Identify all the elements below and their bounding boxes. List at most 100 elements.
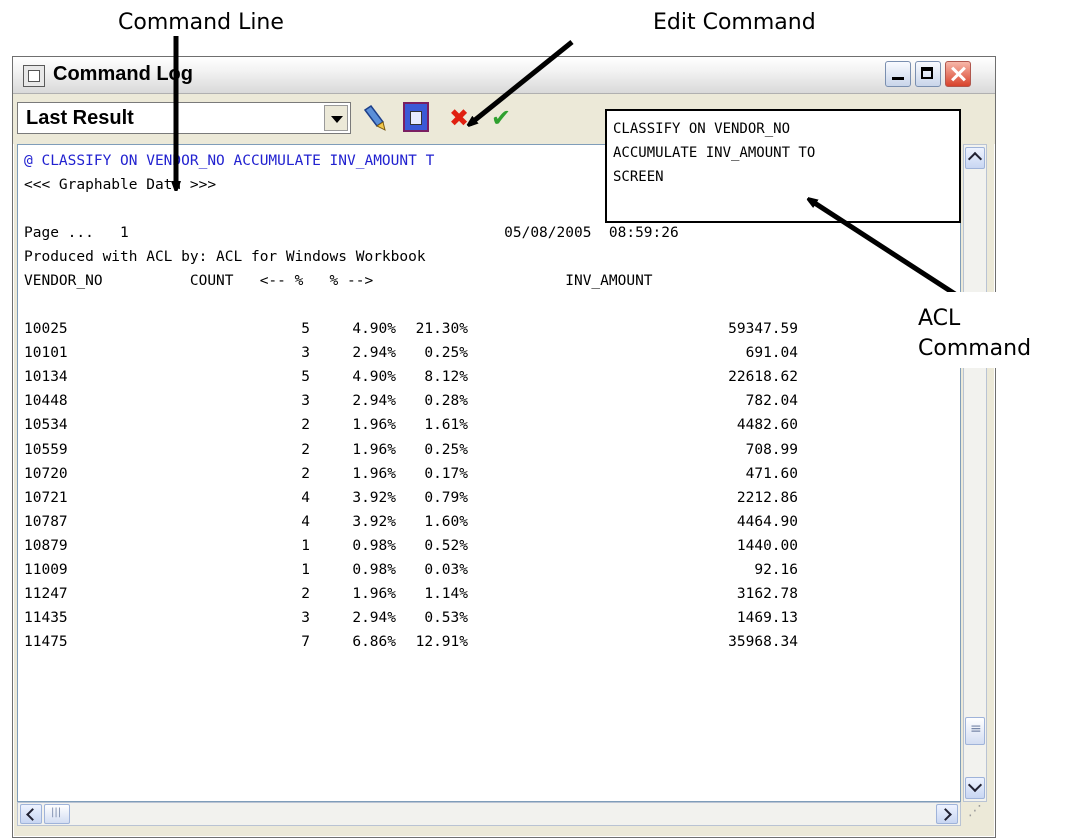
produced-with-line: Produced with ACL by: ACL for Windows Wo… <box>24 249 426 265</box>
cell-count: 2 <box>301 586 310 603</box>
cell-amount: 471.60 <box>745 465 798 482</box>
scroll-up-button[interactable] <box>965 147 985 169</box>
cell-pct-count: 1.96% <box>352 417 396 434</box>
cell-amount: 1440.00 <box>736 537 798 554</box>
cell-count: 1 <box>301 537 310 554</box>
cell-pct-amount: 1.61% <box>424 417 468 434</box>
command-editor-line: SCREEN <box>613 169 664 185</box>
result-select[interactable]: Last Result <box>17 102 351 134</box>
cell-pct-amount: 8.12% <box>424 369 468 386</box>
cell-vendor: 10721 <box>24 489 68 506</box>
cell-pct-amount: 1.60% <box>424 513 468 530</box>
close-button[interactable] <box>945 61 971 87</box>
cell-pct-count: 2.94% <box>352 393 396 410</box>
cell-vendor: 10534 <box>24 417 68 434</box>
cell-amount: 4482.60 <box>736 417 798 434</box>
minimize-button[interactable] <box>885 61 911 87</box>
cell-count: 5 <box>301 321 310 337</box>
cell-vendor: 10448 <box>24 393 68 410</box>
cell-pct-count: 6.86% <box>352 634 396 651</box>
cell-vendor: 11435 <box>24 610 68 627</box>
cell-amount: 691.04 <box>745 345 798 362</box>
chevron-down-icon[interactable] <box>324 105 348 131</box>
cell-count: 4 <box>301 489 310 506</box>
cell-pct-amount: 0.03% <box>424 562 468 578</box>
cell-pct-amount: 0.28% <box>424 393 468 410</box>
cell-vendor: 10101 <box>24 345 68 362</box>
scroll-left-button[interactable] <box>20 804 42 824</box>
cell-count: 2 <box>301 441 310 458</box>
cell-pct-amount: 0.53% <box>424 610 468 627</box>
cell-pct-amount: 1.14% <box>424 586 468 603</box>
window-app-icon <box>23 65 45 87</box>
horizontal-scrollbar[interactable] <box>17 802 961 826</box>
maximize-button[interactable] <box>915 61 941 87</box>
log-output-pane[interactable]: @ CLASSIFY ON VENDOR_NO ACCUMULATE INV_A… <box>17 144 961 802</box>
command-editor-line: ACCUMULATE INV_AMOUNT TO <box>613 145 816 161</box>
cell-amount: 782.04 <box>745 393 798 410</box>
cell-amount: 4464.90 <box>736 513 798 530</box>
cell-pct-count: 4.90% <box>352 321 396 337</box>
cell-amount: 59347.59 <box>728 321 798 337</box>
cell-amount: 92.16 <box>754 562 798 578</box>
cell-count: 3 <box>301 393 310 410</box>
cell-amount: 1469.13 <box>736 610 798 627</box>
cell-pct-count: 0.98% <box>352 537 396 554</box>
cell-count: 1 <box>301 562 310 578</box>
cell-pct-count: 0.98% <box>352 562 396 578</box>
command-editor-line: CLASSIFY ON VENDOR_NO <box>613 121 791 137</box>
column-header-line: VENDOR_NO COUNT <-- % % --> INV_AMOUNT <box>24 273 653 289</box>
cell-count: 3 <box>301 345 310 362</box>
vertical-scroll-thumb[interactable] <box>965 717 985 745</box>
cell-count: 2 <box>301 417 310 434</box>
cell-pct-count: 1.96% <box>352 441 396 458</box>
page-header-line: Page ... 1 05/08/2005 08:59:26 <box>24 225 679 241</box>
cell-amount: 2212.86 <box>736 489 798 506</box>
cell-vendor: 10720 <box>24 465 68 482</box>
scroll-right-button[interactable] <box>936 804 958 824</box>
scroll-down-button[interactable] <box>965 777 985 799</box>
cell-pct-amount: 0.25% <box>424 441 468 458</box>
cell-pct-count: 4.90% <box>352 369 396 386</box>
cell-count: 7 <box>301 634 310 651</box>
cell-amount: 22618.62 <box>728 369 798 386</box>
log-command-line[interactable]: @ CLASSIFY ON VENDOR_NO ACCUMULATE INV_A… <box>24 149 434 173</box>
acl-command-callout: ACL Command <box>904 292 1085 368</box>
title-bar[interactable]: Command Log <box>13 57 995 94</box>
cell-pct-count: 3.92% <box>352 489 396 506</box>
cell-amount: 708.99 <box>745 441 798 458</box>
acl-callout-line: ACL <box>918 306 961 331</box>
cell-vendor: 10025 <box>24 321 68 337</box>
cell-amount: 35968.34 <box>728 634 798 651</box>
cell-pct-amount: 0.17% <box>424 465 468 482</box>
cell-pct-amount: 12.91% <box>415 634 468 651</box>
cell-vendor: 10559 <box>24 441 68 458</box>
cell-pct-count: 2.94% <box>352 345 396 362</box>
cell-vendor: 10879 <box>24 537 68 554</box>
result-select-value: Last Result <box>26 107 134 129</box>
command-line-callout: Command Line <box>118 10 284 35</box>
cell-count: 3 <box>301 610 310 627</box>
cell-pct-amount: 0.25% <box>424 345 468 362</box>
cell-count: 5 <box>301 369 310 386</box>
horizontal-scroll-thumb[interactable] <box>44 804 70 824</box>
cell-pct-count: 2.94% <box>352 610 396 627</box>
cell-count: 4 <box>301 513 310 530</box>
cancel-icon[interactable]: ✖ <box>445 104 473 132</box>
vertical-scrollbar[interactable] <box>963 144 987 802</box>
accept-icon[interactable]: ✔ <box>487 104 515 132</box>
edit-command-callout: Edit Command <box>653 10 816 35</box>
graphable-data-link[interactable]: <<< Graphable Data >>> <box>24 173 216 197</box>
cell-pct-amount: 21.30% <box>415 321 468 337</box>
window-title: Command Log <box>53 63 193 85</box>
acl-command-editor[interactable]: CLASSIFY ON VENDOR_NO ACCUMULATE INV_AMO… <box>605 109 961 223</box>
cell-pct-count: 3.92% <box>352 513 396 530</box>
acl-callout-line: Command <box>918 336 1032 361</box>
edit-command-icon[interactable] <box>403 102 429 132</box>
cell-pct-count: 1.96% <box>352 465 396 482</box>
cell-vendor: 10134 <box>24 369 68 386</box>
pen-icon[interactable] <box>361 104 389 132</box>
cell-vendor: 11009 <box>24 562 68 578</box>
resize-grip[interactable] <box>963 802 987 826</box>
cell-amount: 3162.78 <box>736 586 798 603</box>
